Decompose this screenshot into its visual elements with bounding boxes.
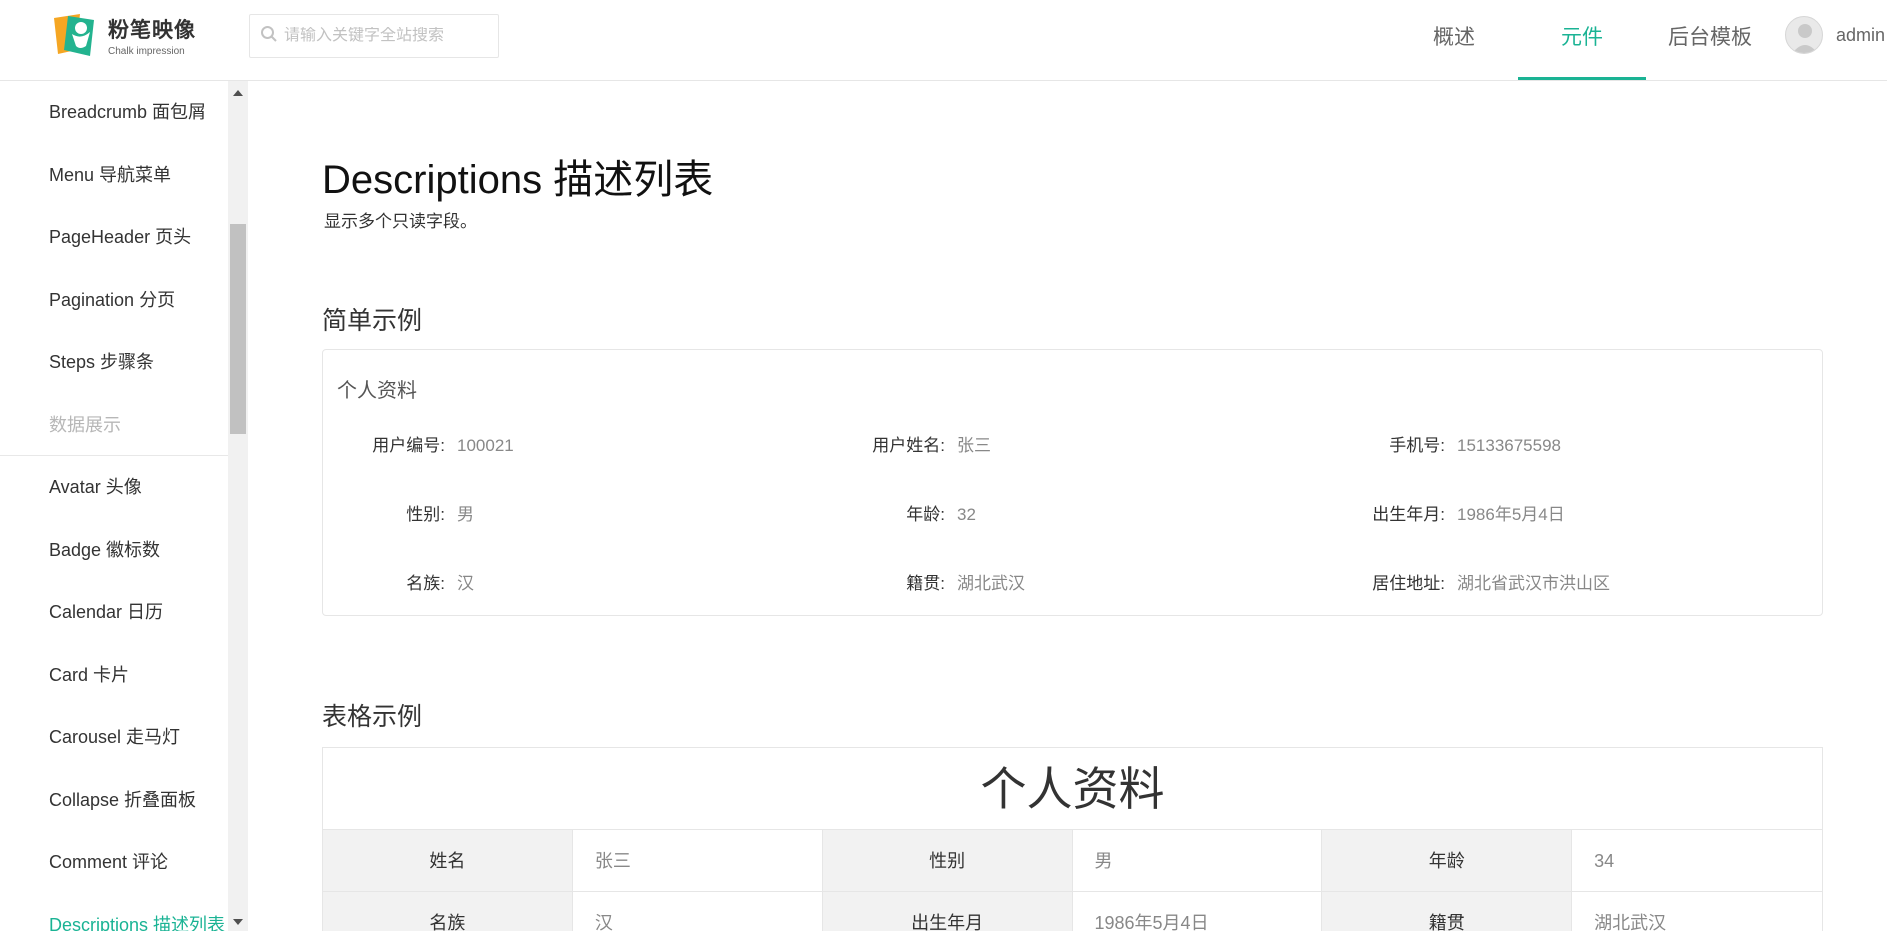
desc-item: 手机号: 15133675598 (1337, 431, 1561, 456)
table-value-cell: 张三 (573, 830, 823, 891)
brand-subtitle: Chalk impression (108, 45, 185, 57)
sidebar-item-calendar[interactable]: Calendar 日历 (0, 581, 228, 644)
sidebar-item-steps[interactable]: Steps 步骤条 (0, 331, 228, 394)
brand-logo[interactable]: 粉笔映像 Chalk impression (50, 10, 196, 60)
desc-value: 32 (957, 505, 976, 524)
desc-item: 居住地址: 湖北省武汉市洪山区 (1337, 569, 1610, 594)
table-value-cell: 男 (1073, 830, 1323, 891)
page-description: 显示多个只读字段。 (324, 212, 477, 231)
desc-value: 100021 (457, 436, 514, 455)
table-value-cell: 1986年5月4日 (1073, 892, 1323, 931)
chalk-logo-icon (50, 10, 102, 60)
desc-label: 籍贯: (906, 574, 945, 593)
sidebar-item-breadcrumb[interactable]: Breadcrumb 面包屑 (0, 81, 228, 144)
sidebar-item-descriptions[interactable]: Descriptions 描述列表 (0, 894, 228, 931)
desc-value: 1986年5月4日 (1457, 505, 1565, 524)
table-title: 个人资料 (323, 748, 1822, 830)
sidebar-item-menu[interactable]: Menu 导航菜单 (0, 144, 228, 207)
desc-label: 用户编号: (372, 436, 445, 455)
scroll-thumb[interactable] (230, 224, 246, 434)
section-title-table: 表格示例 (322, 703, 423, 731)
desc-value: 湖北武汉 (957, 574, 1025, 593)
desc-item: 籍贯: 湖北武汉 (837, 569, 1025, 594)
sidebar-item-collapse[interactable]: Collapse 折叠面板 (0, 769, 228, 832)
sidebar-item-badge[interactable]: Badge 徽标数 (0, 519, 228, 582)
desc-item: 年龄: 32 (837, 500, 976, 525)
desc-label: 年龄: (906, 505, 945, 524)
sidebar-item-avatar[interactable]: Avatar 头像 (0, 456, 228, 519)
main-content: Descriptions 描述列表 显示多个只读字段。 简单示例 个人资料 用户… (248, 81, 1887, 931)
table-label-cell: 性别 (822, 830, 1073, 891)
nav-overview[interactable]: 概述 (1390, 0, 1518, 80)
sidebar-item-pageheader[interactable]: PageHeader 页头 (0, 206, 228, 269)
descriptions-table: 个人资料 姓名 张三 性别 男 年龄 34 名族 汉 出生年月 1986年5月4… (322, 747, 1823, 931)
desc-item: 出生年月: 1986年5月4日 (1337, 500, 1565, 525)
table-label-cell: 姓名 (323, 830, 573, 891)
table-label-cell: 名族 (323, 892, 573, 931)
component-sidebar: Breadcrumb 面包屑 Menu 导航菜单 PageHeader 页头 P… (0, 81, 228, 931)
desc-label: 性别: (406, 505, 445, 524)
desc-value: 汉 (457, 574, 474, 593)
desc-value: 湖北省武汉市洪山区 (1457, 574, 1610, 593)
table-label-cell: 籍贯 (1322, 892, 1573, 931)
nav-admin-templates[interactable]: 后台模板 (1646, 0, 1774, 80)
desc-value: 男 (457, 505, 474, 524)
sidebar-item-card[interactable]: Card 卡片 (0, 644, 228, 707)
page-title: Descriptions 描述列表 (322, 158, 714, 202)
table-value-cell: 34 (1594, 851, 1615, 871)
scroll-up-arrow-icon[interactable] (233, 90, 243, 96)
section-title-simple: 简单示例 (322, 307, 423, 335)
site-search[interactable] (249, 14, 499, 58)
user-avatar-icon[interactable] (1785, 16, 1823, 54)
desc-item: 性别: 男 (337, 500, 474, 525)
desc-item: 用户姓名: 张三 (837, 431, 991, 456)
table-label-cell: 出生年月 (822, 892, 1073, 931)
user-menu[interactable]: admin (1785, 16, 1885, 54)
sidebar-item-pagination[interactable]: Pagination 分页 (0, 269, 228, 332)
desc-value: 张三 (957, 436, 991, 455)
desc-label: 居住地址: (1372, 574, 1445, 593)
card-title: 个人资料 (337, 380, 417, 402)
desc-label: 手机号: (1389, 436, 1445, 455)
sidebar-group-data-display: 数据展示 (0, 394, 228, 456)
sidebar-scrollbar[interactable] (228, 81, 248, 931)
desc-label: 出生年月: (1372, 505, 1445, 524)
search-icon (260, 25, 278, 48)
desc-item: 名族: 汉 (337, 569, 474, 594)
table-value-cell: 汉 (573, 892, 823, 931)
table-label-cell: 年龄 (1322, 830, 1573, 891)
desc-value: 15133675598 (1457, 436, 1562, 455)
user-name[interactable]: admin (1836, 25, 1885, 46)
scroll-down-arrow-icon[interactable] (233, 919, 243, 925)
table-row: 名族 汉 出生年月 1986年5月4日 籍贯 湖北武汉 (323, 892, 1822, 931)
desc-label: 名族: (406, 574, 445, 593)
nav-components[interactable]: 元件 (1518, 0, 1646, 80)
table-value-cell: 湖北武汉 (1594, 913, 1667, 931)
sidebar-item-comment[interactable]: Comment 评论 (0, 831, 228, 894)
top-header: 粉笔映像 Chalk impression 概述 元件 后台模板 admin (0, 0, 1887, 81)
desc-item: 用户编号: 100021 (337, 431, 514, 456)
search-input[interactable] (284, 27, 484, 45)
brand-title: 粉笔映像 (108, 18, 196, 42)
descriptions-card: 个人资料 用户编号: 100021 用户姓名: 张三 手机号: 15133675598… (322, 349, 1823, 616)
top-nav: 概述 元件 后台模板 (1390, 0, 1774, 80)
table-row: 姓名 张三 性别 男 年龄 34 (323, 830, 1822, 892)
sidebar-item-carousel[interactable]: Carousel 走马灯 (0, 706, 228, 769)
desc-label: 用户姓名: (872, 436, 945, 455)
